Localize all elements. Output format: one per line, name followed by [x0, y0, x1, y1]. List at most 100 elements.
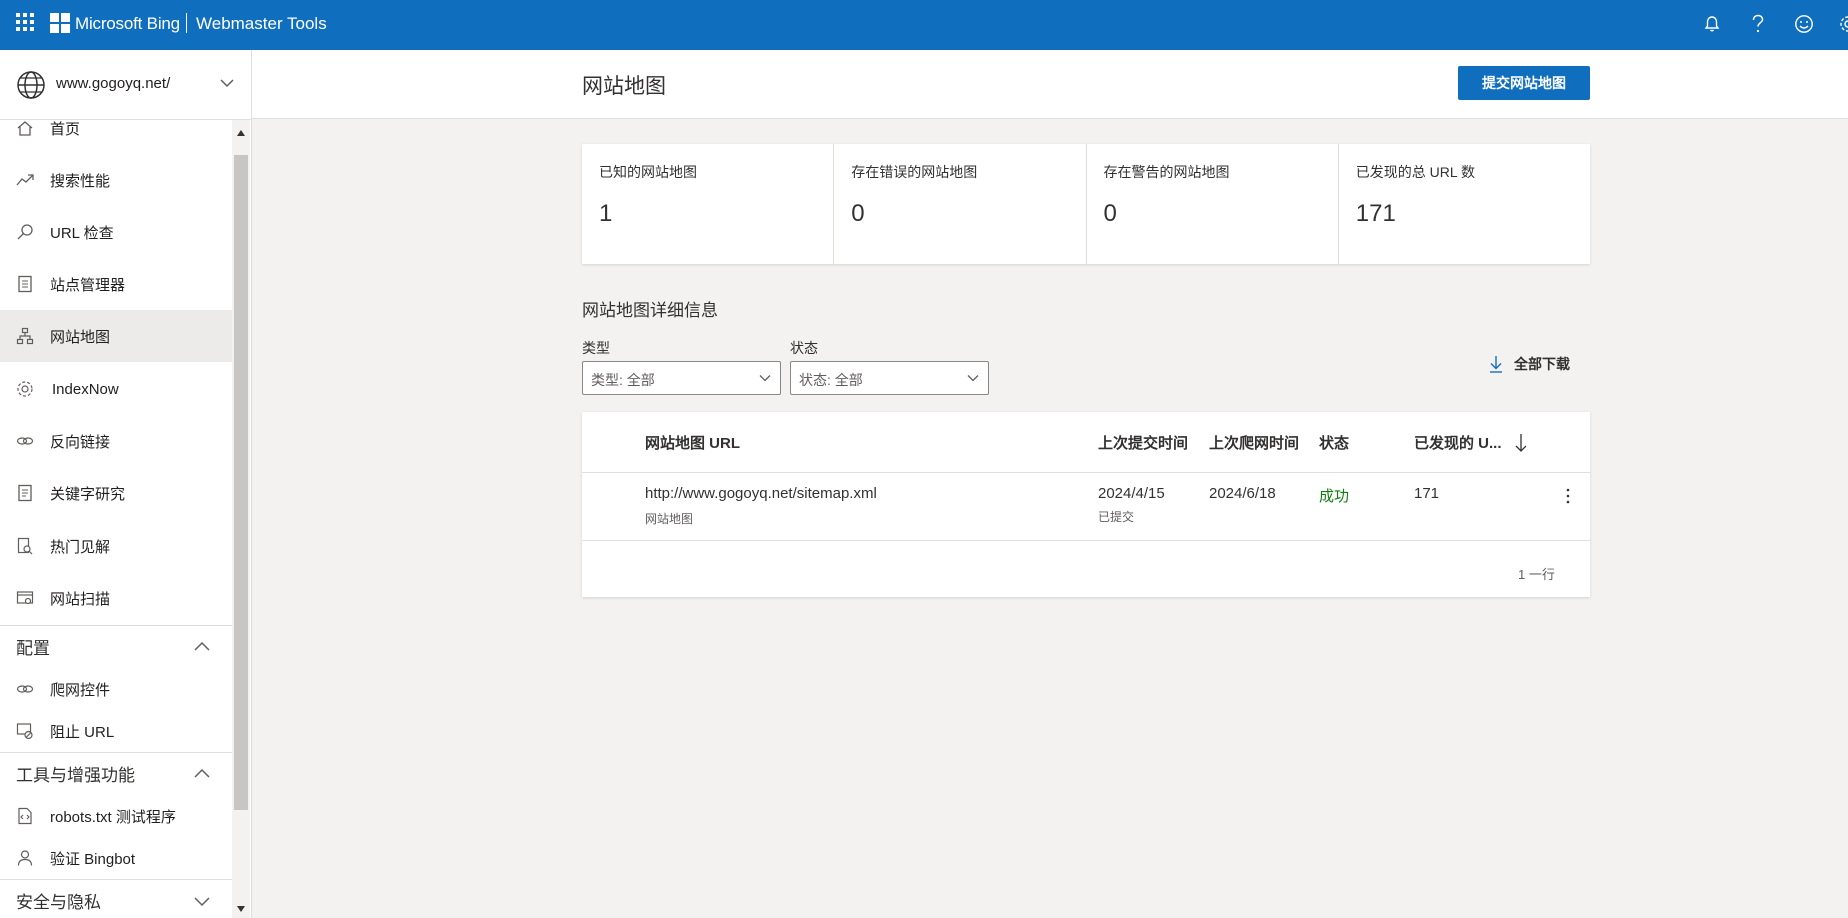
search-icon	[17, 224, 33, 240]
bell-icon[interactable]	[1700, 12, 1724, 36]
sort-descending-icon[interactable]	[1514, 432, 1528, 454]
settings-gear-icon[interactable]	[1836, 12, 1848, 36]
page-title: 网站地图	[582, 75, 666, 98]
download-all-button[interactable]: 全部下载	[1488, 354, 1570, 374]
last-crawled-date: 2024/6/18	[1209, 485, 1276, 502]
microsoft-logo-icon	[50, 13, 70, 33]
section-title: 网站地图详细信息	[582, 301, 718, 320]
sitemap-url-link[interactable]: http://www.gogoyq.net/sitemap.xml	[645, 485, 877, 502]
chevron-down-icon	[194, 896, 210, 906]
nav-item-label: 阻止 URL	[50, 723, 115, 741]
stats-panel: 已知的网站地图 1 存在错误的网站地图 0 存在警告的网站地图 0 已发现的总 …	[582, 144, 1590, 264]
nav-item-label: 验证 Bingbot	[50, 850, 136, 868]
nav-item-verify-bingbot[interactable]: 验证 Bingbot	[0, 837, 232, 879]
bot-icon	[17, 850, 33, 866]
status-filter-dropdown[interactable]: 状态: 全部	[790, 361, 989, 395]
stat-sitemaps-with-errors: 存在错误的网站地图 0	[834, 144, 1087, 264]
row-count: 1 一行	[1518, 567, 1555, 582]
globe-icon	[17, 71, 45, 99]
scan-icon	[16, 591, 34, 605]
type-filter-value: 类型: 全部	[591, 372, 655, 388]
stat-label: 已发现的总 URL 数	[1355, 164, 1476, 180]
column-header-status[interactable]: 状态	[1319, 432, 1349, 453]
nav-item-indexnow[interactable]: IndexNow	[0, 363, 232, 415]
nav-item-top-insights[interactable]: 热门见解	[0, 520, 232, 572]
nav-item-label: 网站地图	[50, 328, 111, 346]
nav-item-search-performance[interactable]: 搜索性能	[0, 154, 232, 206]
download-icon	[1490, 356, 1502, 373]
type-filter-dropdown[interactable]: 类型: 全部	[582, 361, 781, 395]
column-header-last-submitted[interactable]: 上次提交时间	[1098, 432, 1188, 453]
more-options-icon[interactable]	[1562, 486, 1574, 506]
page-header: 网站地图 提交网站地图	[252, 50, 1848, 119]
table-header-divider	[582, 472, 1590, 473]
nav-item-label: 站点管理器	[50, 276, 126, 294]
chevron-down-icon[interactable]	[218, 74, 236, 92]
scroll-up-arrow-icon[interactable]	[237, 130, 245, 136]
nav-section-tools[interactable]: 工具与增强功能	[0, 752, 232, 794]
brand-name[interactable]: Microsoft Bing	[75, 14, 180, 34]
type-filter-label: 类型	[582, 340, 610, 356]
nav-item-block-urls[interactable]: 阻止 URL	[0, 710, 232, 752]
nav-item-label: robots.txt 测试程序	[50, 808, 176, 826]
product-name[interactable]: Webmaster Tools	[196, 14, 327, 34]
column-header-url[interactable]: 网站地图 URL	[645, 432, 740, 453]
document-icon	[18, 484, 32, 502]
nav-section-config[interactable]: 配置	[0, 625, 232, 667]
nav-item-label: 反向链接	[50, 433, 111, 451]
robots-icon	[18, 807, 32, 825]
stat-label: 存在警告的网站地图	[1103, 164, 1230, 180]
scroll-down-arrow-icon[interactable]	[237, 906, 245, 912]
status-badge: 成功	[1319, 488, 1350, 505]
nav-item-label: 网站扫描	[50, 590, 111, 608]
nav-section-label: 配置	[16, 639, 50, 658]
nav-item-crawl-control[interactable]: 爬网控件	[0, 668, 232, 710]
stat-label: 存在错误的网站地图	[851, 164, 978, 180]
insights-icon	[17, 537, 33, 555]
submitted-note: 已提交	[1098, 510, 1135, 524]
crawl-icon	[16, 685, 34, 693]
site-explorer-icon	[18, 275, 32, 293]
column-header-last-crawled[interactable]: 上次爬网时间	[1209, 432, 1299, 453]
column-header-urls-discovered[interactable]: 已发现的 U...	[1414, 432, 1502, 453]
chevron-down-icon	[759, 375, 771, 382]
chevron-down-icon	[967, 375, 979, 382]
help-icon[interactable]	[1746, 12, 1770, 36]
nav-item-keyword-research[interactable]: 关键字研究	[0, 467, 232, 519]
chevron-up-icon	[194, 768, 210, 778]
nav-item-label: 爬网控件	[50, 681, 111, 699]
scroll-thumb[interactable]	[234, 155, 248, 810]
table-row-divider	[582, 540, 1590, 541]
nav-item-label: 热门见解	[50, 538, 111, 556]
nav-item-label: 关键字研究	[50, 485, 126, 503]
nav-item-label: IndexNow	[52, 380, 119, 398]
stat-value: 1	[599, 200, 613, 227]
sidebar: www.gogoyq.net/ 首页 搜索性能 URL 检查 站点管理器 网站地…	[0, 50, 252, 918]
nav-item-site-explorer[interactable]: 站点管理器	[0, 258, 232, 310]
nav-section-security[interactable]: 安全与隐私	[0, 879, 232, 918]
nav-item-site-scan[interactable]: 网站扫描	[0, 572, 232, 624]
nav-item-sitemaps[interactable]: 网站地图	[0, 310, 232, 362]
nav-item-label: 首页	[50, 120, 81, 138]
stat-value: 171	[1355, 200, 1396, 227]
nav-section-label: 安全与隐私	[16, 893, 101, 912]
app-launcher-icon[interactable]	[16, 13, 34, 31]
nav-item-url-inspection[interactable]: URL 检查	[0, 206, 232, 258]
sidebar-scrollbar[interactable]	[232, 120, 250, 918]
site-picker[interactable]: www.gogoyq.net/	[0, 50, 251, 120]
link-icon	[16, 437, 34, 445]
nav-item-robots-tester[interactable]: robots.txt 测试程序	[0, 795, 232, 837]
feedback-smiley-icon[interactable]	[1792, 12, 1816, 36]
urls-discovered-count: 171	[1414, 485, 1440, 502]
gear-icon	[17, 381, 33, 397]
submit-sitemap-button[interactable]: 提交网站地图	[1458, 66, 1590, 100]
stat-label: 已知的网站地图	[599, 164, 697, 180]
nav-item-home[interactable]: 首页	[0, 120, 232, 154]
stat-total-urls: 已发现的总 URL 数 171	[1339, 144, 1590, 264]
top-bar: Microsoft Bing Webmaster Tools	[0, 0, 1848, 50]
nav-item-label: 搜索性能	[50, 172, 111, 190]
nav-item-backlinks[interactable]: 反向链接	[0, 415, 232, 467]
home-icon	[17, 121, 33, 136]
stat-value: 0	[851, 200, 865, 227]
sitemap-icon	[16, 327, 34, 345]
